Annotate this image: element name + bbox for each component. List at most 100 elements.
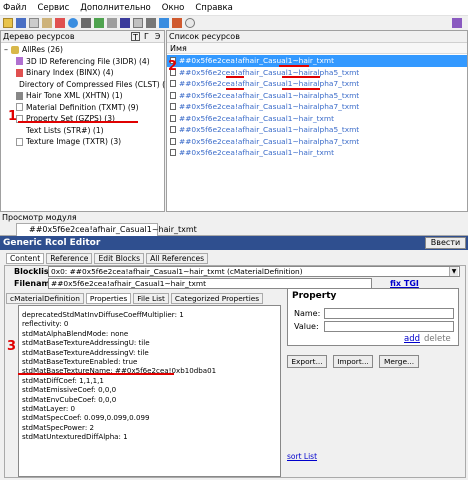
menu-service[interactable]: Сервис [37, 3, 69, 13]
list-item[interactable]: stdMatBaseTextureEnabled: true [22, 357, 280, 366]
list-item[interactable]: stdMatLayer: 0 [22, 404, 280, 413]
property-name-input[interactable] [324, 308, 454, 319]
tree-item-clst[interactable]: Directory of Compressed Files (CLST) (1) [16, 79, 173, 91]
filter-icon[interactable] [120, 18, 130, 28]
resource-icon[interactable] [172, 18, 182, 28]
wand-icon[interactable] [452, 18, 462, 28]
subtab-material-definition[interactable]: cMaterialDefinition [6, 293, 84, 304]
view-mode-e-button[interactable]: Э [153, 32, 162, 41]
menu-help[interactable]: Справка [195, 3, 232, 13]
property-value-input[interactable] [324, 321, 454, 332]
xml-file-icon [16, 91, 23, 100]
resource-row-label: ##0x5f6e2cea!afhair_Casual1~hairalpha7_t… [179, 79, 360, 89]
resource-row-label: ##0x5f6e2cea!afhair_Casual1~hairalpha7_t… [179, 102, 360, 112]
list-item[interactable]: stdMatUntexturedDiffAlpha: 1 [22, 432, 280, 441]
view-mode-g-button[interactable]: Г [142, 32, 151, 41]
file-icon [170, 114, 176, 122]
list-item[interactable]: stdMatSpecCoef: 0.099,0.099,0.099 [22, 413, 280, 422]
resource-row-label: ##0x5f6e2cea!afhair_Casual1~hairalpha5_t… [179, 90, 360, 100]
editor-tabs: Content Reference Edit Blocks All Refere… [6, 253, 209, 264]
merge-button[interactable]: Merge... [379, 355, 419, 368]
resource-row[interactable]: ##0x5f6e2cea!afhair_Casual1~hairalpha7_t… [167, 101, 467, 113]
subtab-categorized-properties[interactable]: Categorized Properties [170, 293, 264, 304]
tree-item-txtr[interactable]: Texture Image (TXTR) (3) [16, 136, 164, 148]
tree-item-txmt[interactable]: Material Definition (TXMT) (9) [16, 102, 164, 114]
tools-icon[interactable] [146, 18, 156, 28]
resource-list-title: Список ресурсов [169, 32, 240, 41]
toolbar [0, 16, 468, 30]
tree-item-binx[interactable]: Binary Index (BINX) (4) [16, 67, 164, 79]
list-item[interactable]: deprecatedStdMatInvDiffuseCoeffMultiplie… [22, 310, 280, 319]
editor-title: Generic Rcol Editor [0, 236, 468, 250]
chevron-down-icon[interactable]: ▼ [449, 267, 458, 276]
view-mode-t-button[interactable]: T [131, 32, 140, 42]
export-button[interactable]: Export... [287, 355, 327, 368]
list-item[interactable]: stdMatAlphaBlendMode: none [22, 329, 280, 338]
star-icon[interactable] [107, 18, 117, 28]
file-icon [170, 149, 176, 157]
tab-edit-blocks[interactable]: Edit Blocks [94, 253, 145, 264]
menu-window[interactable]: Окно [162, 3, 185, 13]
list-item[interactable]: stdMatSpecPower: 2 [22, 423, 280, 432]
list-item[interactable]: stdMatEmissiveCoef: 0,0,0 [22, 385, 280, 394]
commit-button[interactable]: Ввести [425, 237, 466, 249]
copy-icon[interactable] [29, 18, 39, 28]
resource-row[interactable]: ##0x5f6e2cea!afhair_Casual1~hairalpha5_t… [167, 90, 467, 102]
delete-link[interactable]: delete [424, 334, 451, 344]
tree-item-str[interactable]: Text Lists (STR#) (1) [16, 125, 164, 137]
resource-row-label: ##0x5f6e2cea!afhair_Casual1~hairalpha5_t… [179, 125, 360, 135]
resource-row[interactable]: ##0x5f6e2cea!afhair_Casual1~hair_txmt [167, 113, 467, 125]
fix-tgi-link[interactable]: fix TGI [390, 279, 419, 288]
resource-list-header: Список ресурсов [167, 31, 467, 43]
sub-tabs: cMaterialDefinition Properties File List… [6, 293, 264, 304]
list-item[interactable]: stdMatEnvCubeCoef: 0,0,0 [22, 395, 280, 404]
tree-item-3idr[interactable]: 3D ID Referencing File (3IDR) (4) [16, 56, 164, 68]
cut-icon[interactable] [55, 18, 65, 28]
menu-bar: Файл Сервис Дополнительно Окно Справка [0, 0, 468, 16]
refresh-icon[interactable] [94, 18, 104, 28]
add-link[interactable]: add [404, 334, 420, 344]
tree-root[interactable]: – AllRes (26) [4, 44, 164, 56]
resource-tree-header: Дерево ресурсов T Г Э [1, 31, 164, 43]
resource-row[interactable]: ##0x5f6e2cea!afhair_Casual1~hairalpha5_t… [167, 124, 467, 136]
tab-reference[interactable]: Reference [46, 253, 93, 264]
annotation-2-underline-3 [282, 76, 320, 78]
subtab-file-list[interactable]: File List [133, 293, 169, 304]
menu-extra[interactable]: Дополнительно [80, 3, 151, 13]
search-icon[interactable] [185, 18, 195, 28]
list-item[interactable]: stdMatBaseTextureAddressingU: tile [22, 338, 280, 347]
list-item[interactable]: stdMatDiffCoef: 1,1,1,1 [22, 376, 280, 385]
column-header-name[interactable]: Имя [167, 43, 467, 54]
help-icon[interactable] [68, 18, 78, 28]
menu-file[interactable]: Файл [3, 3, 26, 13]
tree-item-label: Hair Tone XML (XHTN) (1) [26, 91, 123, 101]
blocklist-value: 0x0: ##0x5f6e2cea!afhair_Casual1~hair_tx… [51, 267, 303, 276]
properties-list[interactable]: deprecatedStdMatInvDiffuseCoeffMultiplie… [18, 305, 281, 477]
allres-icon [11, 45, 19, 54]
resource-row[interactable]: ##0x5f6e2cea!afhair_Casual1~hair_txmt [167, 55, 467, 67]
list-item[interactable]: reflectivity: 0 [22, 319, 280, 328]
annotation-2-underline-5 [282, 88, 320, 90]
tab-all-references[interactable]: All References [146, 253, 209, 264]
tab-content[interactable]: Content [6, 253, 45, 264]
open-icon[interactable] [3, 18, 13, 28]
blocklist-select[interactable]: 0x0: ##0x5f6e2cea!afhair_Casual1~hair_tx… [48, 266, 460, 277]
preview-tab[interactable]: ##0x5f6e2cea!afhair_Casual1~hair_txmt [16, 223, 197, 236]
list-item[interactable]: stdMatBaseTextureAddressingV: tile [22, 348, 280, 357]
resource-row[interactable]: ##0x5f6e2cea!afhair_Casual1~hairalpha7_t… [167, 136, 467, 148]
subtab-properties[interactable]: Properties [85, 293, 132, 304]
resource-row-label: ##0x5f6e2cea!afhair_Casual1~hair_txmt [179, 148, 335, 158]
resource-row[interactable]: ##0x5f6e2cea!afhair_Casual1~hair_txmt [167, 147, 467, 159]
settings-icon[interactable] [133, 18, 143, 28]
paste-icon[interactable] [42, 18, 52, 28]
tree-item-xhtn[interactable]: Hair Tone XML (XHTN) (1) [16, 90, 164, 102]
collapse-icon[interactable]: – [4, 45, 11, 54]
info-icon[interactable] [159, 18, 169, 28]
resource-tree-title: Дерево ресурсов [3, 32, 75, 41]
save-icon[interactable] [16, 18, 26, 28]
material-file-icon [16, 103, 23, 112]
annotation-2: 2 [168, 59, 178, 74]
sort-list-link[interactable]: sort List [287, 452, 317, 461]
plugin-icon[interactable] [81, 18, 91, 28]
import-button[interactable]: Import... [333, 355, 373, 368]
